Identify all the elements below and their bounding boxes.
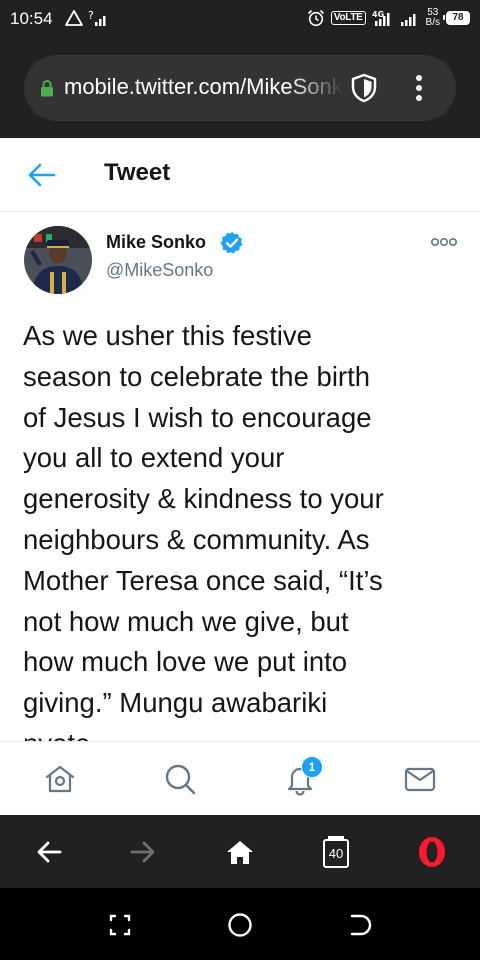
signal-4g-icon: 4G	[372, 10, 390, 26]
volte-badge: VoLTE	[330, 11, 366, 25]
avatar[interactable]	[24, 226, 92, 294]
tweet-line: of Jesus I wish to encourage	[23, 401, 372, 433]
tab-count: 40	[328, 846, 344, 861]
forward-icon[interactable]	[128, 835, 158, 869]
alarm-icon	[307, 9, 324, 27]
author-handle[interactable]: @MikeSonko	[106, 260, 213, 281]
tweet-line: neighbours & community. As	[23, 523, 370, 555]
author-name[interactable]: Mike Sonko	[106, 232, 206, 253]
more-options-icon[interactable]	[430, 236, 458, 248]
browser-toolbar: mobile.twitter.com/MikeSonko	[0, 36, 480, 138]
status-bar: 10:54 ? VoLTE 4G 53 B/s 78	[0, 0, 480, 36]
lock-icon	[41, 80, 53, 97]
back-arrow-icon[interactable]	[28, 162, 56, 188]
battery-icon: 78	[443, 11, 470, 25]
tweet-line: generosity & kindness to your	[23, 483, 384, 515]
svg-text:4G: 4G	[372, 10, 384, 19]
network-speed: 53 B/s	[426, 8, 440, 28]
browser-bottom-bar: 40	[0, 815, 480, 888]
home-icon[interactable]	[224, 835, 256, 869]
status-right-icons: VoLTE 4G 53 B/s 78	[307, 5, 470, 31]
weak-signal-icon: ?	[88, 9, 106, 26]
tweet-line: not how much we give, but	[23, 605, 349, 637]
notification-badge: 1	[301, 756, 323, 778]
svg-text:?: ?	[88, 9, 94, 22]
tweet-line: season to celebrate the birth	[23, 360, 371, 392]
tweet-text: As we usher this festive season to celeb…	[23, 316, 463, 765]
twitter-bottom-nav: 1	[0, 741, 480, 815]
address-bar[interactable]: mobile.twitter.com/MikeSonko	[24, 55, 456, 121]
tweet-header: Tweet	[0, 138, 480, 212]
verified-badge-icon	[220, 232, 243, 254]
page-title: Tweet	[104, 159, 171, 186]
system-nav-bar	[0, 888, 480, 960]
tweet-line: giving.” Mungu awabariki	[23, 687, 328, 719]
speed-unit: B/s	[425, 17, 440, 28]
signal-icon	[400, 14, 416, 26]
tweet-line: Mother Teresa once said, “It’s	[23, 564, 383, 596]
tweet-line: you all to extend your	[23, 442, 285, 474]
tweet-line: how much love we put into	[23, 646, 348, 678]
tabs-icon[interactable]: 40	[322, 835, 350, 869]
tweet-page: Tweet Mike Sonko @MikeSonko As we usher …	[0, 138, 480, 815]
opera-menu-icon[interactable]	[416, 835, 448, 869]
status-time: 10:54	[10, 9, 53, 28]
home-circle-icon[interactable]	[227, 912, 253, 938]
back-icon[interactable]	[347, 912, 373, 938]
home-icon[interactable]	[43, 762, 77, 796]
browser-menu-icon[interactable]	[404, 70, 434, 106]
messages-icon[interactable]	[403, 762, 437, 796]
url-text[interactable]: mobile.twitter.com/MikeSonko	[64, 74, 344, 100]
back-icon[interactable]	[34, 835, 64, 869]
status-left-icons: ?	[64, 6, 110, 30]
warning-icon	[65, 10, 83, 26]
recents-icon[interactable]	[107, 912, 133, 938]
battery-level: 78	[452, 12, 464, 23]
search-icon[interactable]	[163, 762, 197, 796]
tweet-line: As we usher this festive	[23, 320, 312, 351]
shield-icon[interactable]	[346, 70, 382, 106]
